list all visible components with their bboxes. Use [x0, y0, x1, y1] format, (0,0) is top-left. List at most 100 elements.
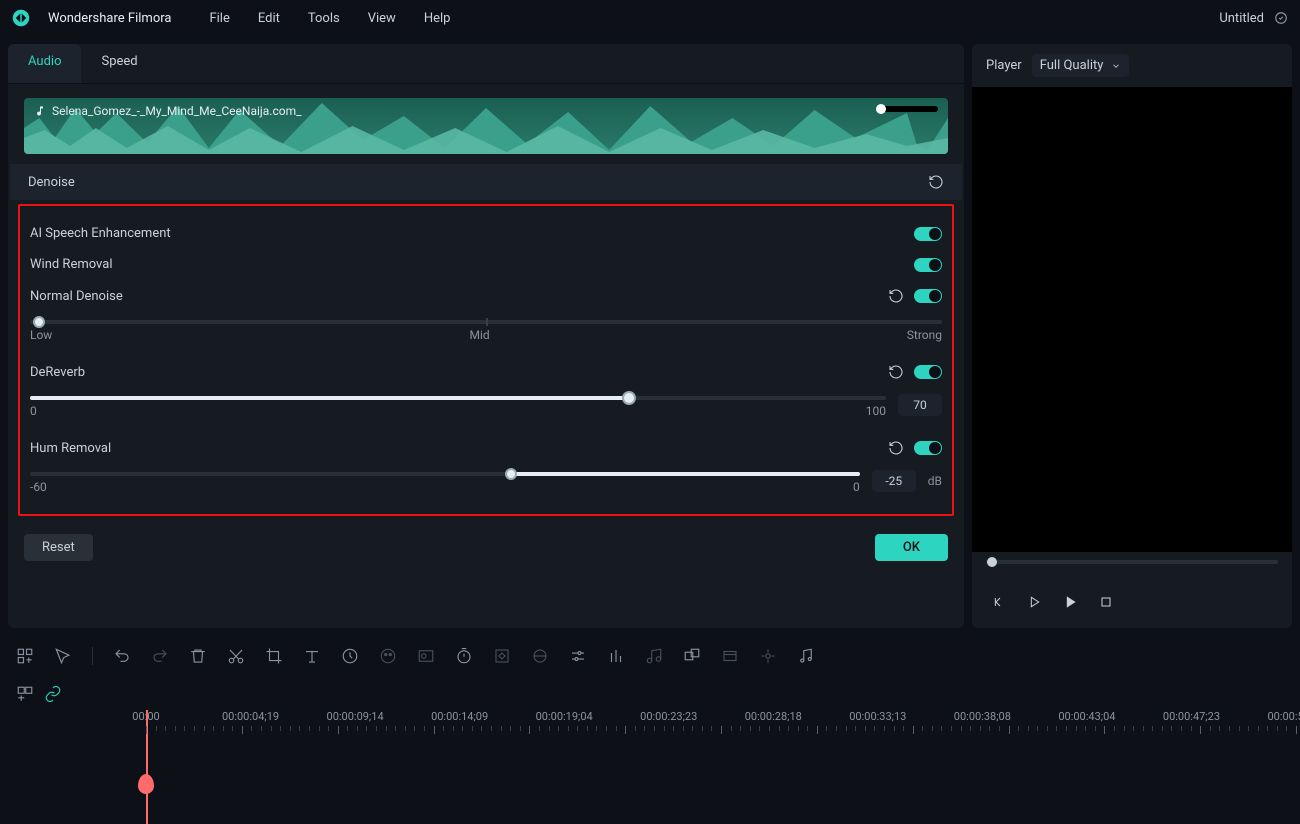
- app-logo-icon: [12, 9, 30, 27]
- dereverb-min: 0: [30, 404, 37, 418]
- quality-value: Full Quality: [1040, 58, 1104, 73]
- hum-removal-toggle[interactable]: [914, 441, 942, 455]
- dereverb-reset-icon[interactable]: [888, 364, 904, 380]
- stop-icon[interactable]: [1098, 594, 1114, 610]
- hum-removal-reset-icon[interactable]: [888, 440, 904, 456]
- editor-tabs: Audio Speed: [8, 44, 964, 84]
- hum-removal-unit: dB: [928, 474, 942, 488]
- wind-removal-toggle[interactable]: [914, 258, 942, 272]
- hum-removal-min: -60: [30, 480, 47, 494]
- audio-mixer-icon[interactable]: [607, 647, 625, 665]
- quality-select[interactable]: Full Quality: [1032, 54, 1130, 77]
- speed-icon[interactable]: [341, 647, 359, 665]
- dereverb-value[interactable]: 70: [898, 394, 942, 416]
- chevron-down-icon: [1111, 61, 1121, 71]
- timeline-stamp: 00:00: [132, 710, 159, 723]
- timeline-stamp: 00:00:33;13: [849, 710, 906, 723]
- track-add-icon[interactable]: [16, 685, 34, 703]
- normal-denoise-slider[interactable]: [30, 320, 942, 324]
- menu-help[interactable]: Help: [424, 11, 451, 26]
- timeline: 00:0000:00:04;1900:00:09;1400:00:14;0900…: [0, 676, 1300, 814]
- player-scrub-slider[interactable]: [986, 560, 1278, 564]
- greenscreen-icon[interactable]: [417, 647, 435, 665]
- dereverb-max: 100: [866, 404, 886, 418]
- document-title: Untitled: [1219, 11, 1264, 26]
- player-label: Player: [986, 58, 1022, 73]
- undo-icon[interactable]: [113, 647, 131, 665]
- normal-denoise-toggle[interactable]: [914, 289, 942, 303]
- timeline-stamp: 00:00:47;23: [1163, 710, 1220, 723]
- app-name: Wondershare Filmora: [48, 11, 171, 26]
- timer-icon[interactable]: [455, 647, 473, 665]
- timeline-stamp: 00:00:19;04: [536, 710, 593, 723]
- section-denoise-label: Denoise: [28, 175, 75, 190]
- timeline-ruler[interactable]: 00:0000:00:04;1900:00:09;1400:00:14;0900…: [126, 710, 1284, 744]
- normal-denoise-label: Normal Denoise: [30, 289, 123, 304]
- reset-button[interactable]: Reset: [24, 534, 93, 561]
- mask-icon[interactable]: [531, 647, 549, 665]
- normal-denoise-reset-icon[interactable]: [888, 288, 904, 304]
- player-panel: Player Full Quality: [972, 44, 1292, 628]
- add-track-icon[interactable]: [16, 647, 34, 665]
- music-note-icon: [34, 105, 46, 117]
- group-icon[interactable]: [683, 647, 701, 665]
- audio-waveform[interactable]: Selena_Gomez_-_My_Mind_Me_CeeNaija.com_: [24, 98, 948, 154]
- wind-removal-label: Wind Removal: [30, 257, 113, 272]
- tab-speed[interactable]: Speed: [81, 44, 157, 83]
- player-preview[interactable]: [972, 87, 1292, 552]
- cut-icon[interactable]: [227, 647, 245, 665]
- link-icon[interactable]: [44, 685, 62, 703]
- play-loop-icon[interactable]: [1026, 594, 1042, 610]
- menu-file[interactable]: File: [209, 11, 229, 26]
- denoise-settings-group: AI Speech Enhancement Wind Removal Norma…: [18, 204, 954, 516]
- ai-speech-toggle[interactable]: [914, 227, 942, 241]
- ai-speech-label: AI Speech Enhancement: [30, 226, 171, 241]
- waveform-scrollbar[interactable]: [878, 106, 938, 112]
- motion-icon[interactable]: [759, 647, 777, 665]
- tab-audio[interactable]: Audio: [8, 44, 81, 83]
- normal-denoise-strong: Strong: [907, 328, 942, 342]
- redo-icon[interactable]: [151, 647, 169, 665]
- hum-removal-slider[interactable]: [30, 472, 860, 476]
- timeline-stamp: 00:00:28;18: [745, 710, 802, 723]
- prev-frame-icon[interactable]: [990, 594, 1006, 610]
- timeline-stamp: 00:00:38;08: [954, 710, 1011, 723]
- render-icon[interactable]: [721, 647, 739, 665]
- text-icon[interactable]: [303, 647, 321, 665]
- delete-icon[interactable]: [189, 647, 207, 665]
- crop-icon[interactable]: [265, 647, 283, 665]
- dereverb-slider[interactable]: [30, 396, 886, 400]
- ok-button[interactable]: OK: [875, 534, 948, 561]
- hum-removal-max: 0: [853, 480, 860, 494]
- timeline-marker[interactable]: [138, 774, 154, 794]
- timeline-stamp: 00:00:52;18: [1267, 710, 1300, 723]
- timeline-tracks[interactable]: [126, 744, 1284, 804]
- section-denoise-header[interactable]: Denoise: [10, 164, 962, 200]
- reset-denoise-icon[interactable]: [928, 174, 944, 190]
- menu-view[interactable]: View: [368, 11, 396, 26]
- select-tool-icon[interactable]: [54, 647, 72, 665]
- menu-bar: File Edit Tools View Help: [209, 11, 450, 26]
- menu-tools[interactable]: Tools: [308, 11, 340, 26]
- hum-removal-label: Hum Removal: [30, 441, 111, 456]
- adjust-icon[interactable]: [569, 647, 587, 665]
- timeline-stamp: 00:00:09;14: [327, 710, 384, 723]
- menu-edit[interactable]: Edit: [258, 11, 280, 26]
- play-icon[interactable]: [1062, 594, 1078, 610]
- audio-detach-icon[interactable]: [645, 647, 663, 665]
- color-icon[interactable]: [379, 647, 397, 665]
- timeline-stamp: 00:00:43;04: [1058, 710, 1115, 723]
- dereverb-toggle[interactable]: [914, 365, 942, 379]
- timeline-toolbar: [0, 636, 1300, 676]
- toolbar-separator: [92, 647, 93, 665]
- normal-denoise-low: Low: [30, 328, 52, 342]
- editor-panel: Audio Speed Selena_Gomez_-_My_Mind_Me_Ce…: [8, 44, 964, 628]
- clip-filename: Selena_Gomez_-_My_Mind_Me_CeeNaija.com_: [52, 104, 302, 118]
- normal-denoise-mid: Mid: [469, 328, 489, 342]
- timeline-stamp: 00:00:23;23: [640, 710, 697, 723]
- sync-status-icon: [1274, 11, 1288, 25]
- keyframe-icon[interactable]: [493, 647, 511, 665]
- beat-icon[interactable]: [797, 647, 815, 665]
- timeline-stamp: 00:00:14;09: [431, 710, 488, 723]
- hum-removal-value[interactable]: -25: [872, 470, 916, 492]
